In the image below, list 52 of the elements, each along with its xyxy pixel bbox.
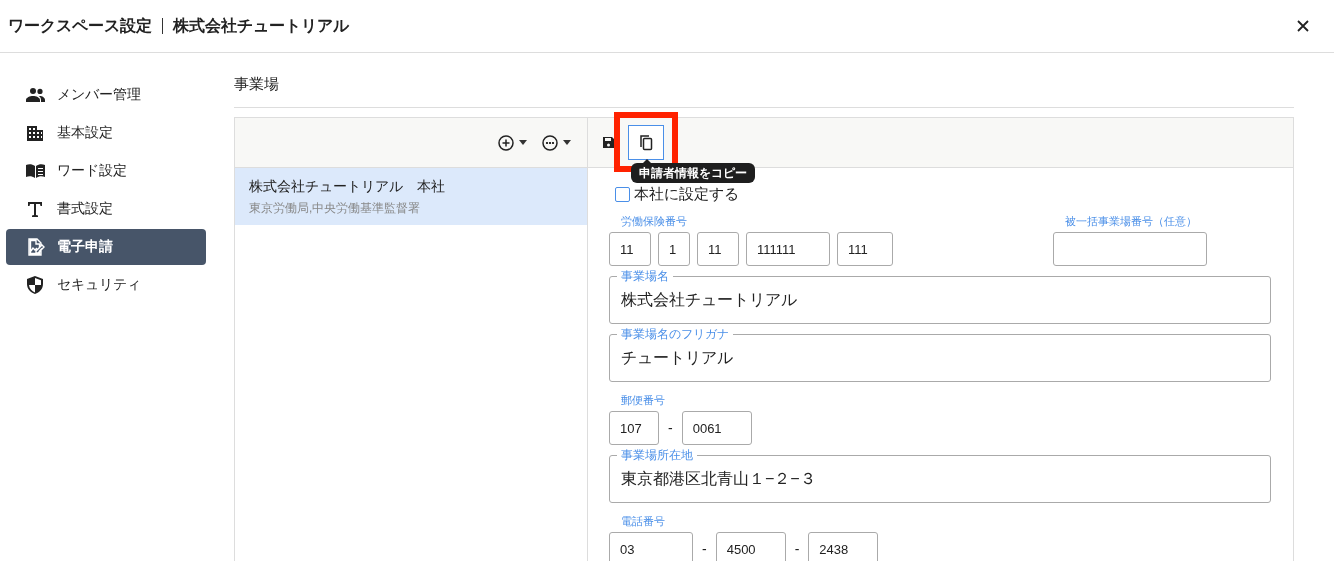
close-icon[interactable] xyxy=(1296,19,1310,33)
sidebar-item[interactable]: 電子申請 xyxy=(6,229,206,265)
workplace-item[interactable]: 株式会社チュートリアル 本社 東京労働局,中央労働基準監督署 xyxy=(235,168,587,225)
input-field[interactable] xyxy=(1053,232,1207,266)
workplace-detail: 東京労働局,中央労働基準監督署 xyxy=(249,200,422,217)
separator: - xyxy=(668,420,673,436)
sidebar-item[interactable]: 基本設定 xyxy=(6,115,206,151)
input-field[interactable]: 107 xyxy=(609,411,659,445)
workplace-name: 株式会社チュートリアル 本社 xyxy=(249,178,446,196)
sidebar-item[interactable]: セキュリティ xyxy=(6,267,206,303)
input-field[interactable]: 11 xyxy=(609,232,651,266)
caret-icon xyxy=(519,140,527,145)
caret-icon xyxy=(563,140,571,145)
separator: - xyxy=(702,541,707,557)
copy-icon xyxy=(638,133,654,152)
save-icon[interactable] xyxy=(603,137,614,148)
text-field[interactable]: 事業場名のフリガナ チュートリアル xyxy=(609,328,1271,382)
field-label: 郵便番号 xyxy=(620,394,666,406)
field-label: 電話番号 xyxy=(620,515,666,527)
text-field[interactable]: 事業場所在地 東京都港区北青山１−２−３ xyxy=(609,449,1271,503)
building-icon xyxy=(25,123,45,143)
text-format-icon xyxy=(25,199,45,219)
field-label: 事業場所在地 xyxy=(620,449,694,461)
field-label: 労働保険番号 xyxy=(620,215,688,227)
input-field[interactable]: 4500 xyxy=(715,532,786,561)
sidebar-item[interactable]: ワード設定 xyxy=(6,153,206,189)
sidebar-item[interactable]: 書式設定 xyxy=(6,191,206,227)
field-label: 被一括事業場番号（任意） xyxy=(1064,215,1198,227)
input-field[interactable]: 111 xyxy=(837,232,893,266)
input-field[interactable]: 03 xyxy=(609,532,693,561)
input-field[interactable]: 111111 xyxy=(746,232,830,266)
checkbox[interactable] xyxy=(615,186,630,202)
text-field[interactable]: 事業場名 株式会社チュートリアル xyxy=(609,270,1271,324)
book-icon xyxy=(25,161,45,181)
people-icon xyxy=(25,85,45,105)
separator: - xyxy=(794,541,800,557)
window-title: ワークスペース設定 xyxy=(8,15,152,36)
field-label: 事業場名のフリガナ xyxy=(620,328,730,340)
input-field[interactable]: 1 xyxy=(658,232,690,266)
field-label: 事業場名 xyxy=(620,270,670,282)
sidebar-item[interactable]: メンバー管理 xyxy=(6,77,206,113)
section-title: 事業場 xyxy=(234,53,1294,108)
company-name: 株式会社チュートリアル xyxy=(173,15,349,36)
input-field[interactable]: 11 xyxy=(697,232,739,266)
shield-icon xyxy=(25,275,45,295)
input-field[interactable]: 2438 xyxy=(808,532,879,561)
add-icon xyxy=(497,133,515,152)
checkbox-label: 本社に設定する xyxy=(633,184,740,204)
copy-button[interactable] xyxy=(628,125,664,160)
input-field[interactable]: 0061 xyxy=(681,411,752,445)
document-edit-icon xyxy=(25,237,45,257)
more-icon xyxy=(541,133,559,152)
